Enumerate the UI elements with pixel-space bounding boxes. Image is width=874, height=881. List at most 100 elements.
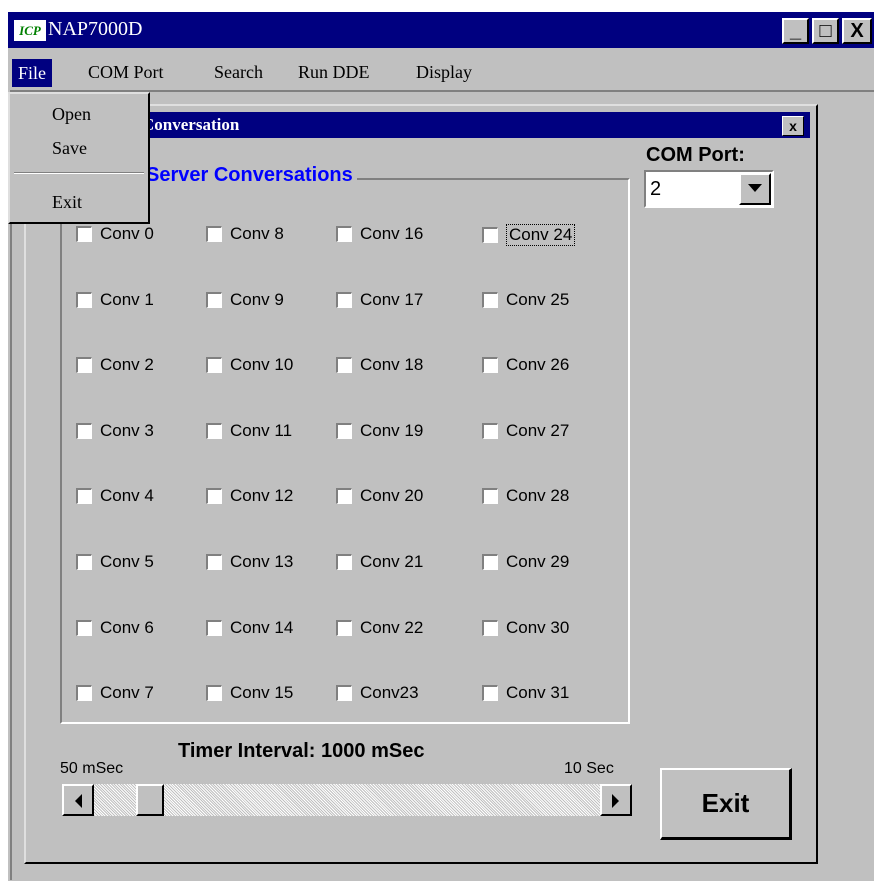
conversation-checkbox[interactable]: Conv 0 xyxy=(76,224,154,244)
conversation-checkbox[interactable]: Conv 14 xyxy=(206,618,293,638)
com-port-value: 2 xyxy=(650,178,662,200)
checkbox-box[interactable] xyxy=(336,685,352,701)
checkbox-box[interactable] xyxy=(76,488,92,504)
checkbox-box[interactable] xyxy=(206,226,222,242)
checkbox-box[interactable] xyxy=(76,292,92,308)
checkbox-box[interactable] xyxy=(336,554,352,570)
com-port-select[interactable]: 2 xyxy=(644,170,774,208)
conversation-checkbox[interactable]: Conv 13 xyxy=(206,552,293,572)
checkbox-box[interactable] xyxy=(482,423,498,439)
checkbox-box[interactable] xyxy=(336,488,352,504)
conversation-checkbox[interactable]: Conv 9 xyxy=(206,290,284,310)
conversation-checkbox[interactable]: Conv 20 xyxy=(336,486,423,506)
conversation-checkbox[interactable]: Conv 4 xyxy=(76,486,154,506)
checkbox-box[interactable] xyxy=(206,357,222,373)
checkbox-box[interactable] xyxy=(76,620,92,636)
checkbox-label: Conv 25 xyxy=(506,290,570,309)
menu-save[interactable]: Save xyxy=(52,138,87,159)
checkbox-box[interactable] xyxy=(336,357,352,373)
checkbox-box[interactable] xyxy=(482,685,498,701)
checkbox-box[interactable] xyxy=(76,685,92,701)
conversation-checkbox[interactable]: Conv 12 xyxy=(206,486,293,506)
title-bar[interactable]: ICP NAP7000D _ □ X xyxy=(8,12,874,48)
checkbox-box[interactable] xyxy=(482,554,498,570)
conversation-checkbox[interactable]: Conv 16 xyxy=(336,224,423,244)
menu-com-port[interactable]: COM Port xyxy=(88,62,164,83)
checkbox-label: Conv 7 xyxy=(100,683,154,702)
checkbox-box[interactable] xyxy=(482,292,498,308)
conversation-checkbox[interactable]: Conv 17 xyxy=(336,290,423,310)
checkbox-box[interactable] xyxy=(76,226,92,242)
checkbox-box[interactable] xyxy=(336,423,352,439)
checkbox-box[interactable] xyxy=(482,620,498,636)
conversation-close-button[interactable]: x xyxy=(782,116,804,136)
conversation-checkbox[interactable]: Conv 21 xyxy=(336,552,423,572)
checkbox-box[interactable] xyxy=(76,423,92,439)
checkbox-label: Conv 20 xyxy=(360,486,424,505)
checkbox-label: Conv 2 xyxy=(100,355,154,374)
conversation-checkbox[interactable]: Conv 31 xyxy=(482,683,569,703)
checkbox-box[interactable] xyxy=(206,620,222,636)
conversation-checkbox[interactable]: Conv 26 xyxy=(482,355,569,375)
conversation-checkbox[interactable]: Conv 2 xyxy=(76,355,154,375)
conversation-checkbox[interactable]: Conv 3 xyxy=(76,421,154,441)
menu-display[interactable]: Display xyxy=(416,62,472,83)
checkbox-box[interactable] xyxy=(482,488,498,504)
menu-run-dde[interactable]: Run DDE xyxy=(298,62,370,83)
checkbox-label: Conv 15 xyxy=(230,683,294,702)
checkbox-box[interactable] xyxy=(336,226,352,242)
menu-separator xyxy=(14,172,144,174)
checkbox-box[interactable] xyxy=(206,488,222,504)
checkbox-box[interactable] xyxy=(206,685,222,701)
timer-slider[interactable] xyxy=(62,784,632,816)
checkbox-box[interactable] xyxy=(336,292,352,308)
conversation-checkbox[interactable]: Conv 11 xyxy=(206,421,292,441)
chevron-down-icon[interactable] xyxy=(739,173,771,205)
conversation-checkbox[interactable]: Conv 25 xyxy=(482,290,569,310)
conversation-checkbox[interactable]: Conv 1 xyxy=(76,290,154,310)
menu-exit[interactable]: Exit xyxy=(52,192,82,213)
conversation-checkbox[interactable]: Conv 22 xyxy=(336,618,423,638)
scroll-left-button[interactable] xyxy=(62,784,94,816)
server-conversations-group: Server Conversations Conv 0 Conv 8 Conv 16… xyxy=(60,164,630,724)
conversation-checkbox[interactable]: Conv 24 xyxy=(482,224,576,246)
conversation-checkbox[interactable]: Conv 8 xyxy=(206,224,284,244)
conversation-checkbox[interactable]: Conv 5 xyxy=(76,552,154,572)
checkbox-box[interactable] xyxy=(336,620,352,636)
conversation-checkbox[interactable]: Conv 27 xyxy=(482,421,569,441)
conversation-checkbox[interactable]: Conv 30 xyxy=(482,618,569,638)
checkbox-label: Conv 17 xyxy=(360,290,424,309)
conversation-checkbox[interactable]: Conv 29 xyxy=(482,552,569,572)
checkbox-label: Conv 12 xyxy=(230,486,294,505)
menu-open[interactable]: Open xyxy=(52,104,91,125)
slider-thumb[interactable] xyxy=(136,784,164,816)
scroll-right-button[interactable] xyxy=(600,784,632,816)
file-menu-dropdown: Open Save Exit xyxy=(8,92,150,224)
checkbox-box[interactable] xyxy=(482,227,498,243)
conversation-checkbox[interactable]: Conv 7 xyxy=(76,683,154,703)
conversation-checkbox[interactable]: Conv 18 xyxy=(336,355,423,375)
checkbox-box[interactable] xyxy=(206,292,222,308)
conversation-checkbox[interactable]: Conv 15 xyxy=(206,683,293,703)
checkbox-box[interactable] xyxy=(206,554,222,570)
conversation-checkbox[interactable]: Conv 19 xyxy=(336,421,423,441)
checkbox-label: Conv 11 xyxy=(230,421,293,440)
conversation-title: Conversation xyxy=(142,115,240,134)
checkbox-box[interactable] xyxy=(76,357,92,373)
conversation-checkbox[interactable]: Conv 6 xyxy=(76,618,154,638)
conversation-checkbox[interactable]: Conv 28 xyxy=(482,486,569,506)
conversation-checkbox[interactable]: Conv23 xyxy=(336,683,419,703)
checkbox-box[interactable] xyxy=(76,554,92,570)
menu-search[interactable]: Search xyxy=(214,62,263,83)
checkbox-label: Conv 3 xyxy=(100,421,154,440)
minimize-button[interactable]: _ xyxy=(782,18,809,44)
com-port-label: COM Port: xyxy=(646,144,745,166)
close-button[interactable]: X xyxy=(842,18,872,44)
checkbox-box[interactable] xyxy=(482,357,498,373)
checkbox-label: Conv 19 xyxy=(360,421,424,440)
menu-file[interactable]: File xyxy=(12,59,53,87)
maximize-button[interactable]: □ xyxy=(812,18,839,44)
checkbox-box[interactable] xyxy=(206,423,222,439)
conversation-checkbox[interactable]: Conv 10 xyxy=(206,355,293,375)
exit-button[interactable]: Exit xyxy=(660,768,792,840)
